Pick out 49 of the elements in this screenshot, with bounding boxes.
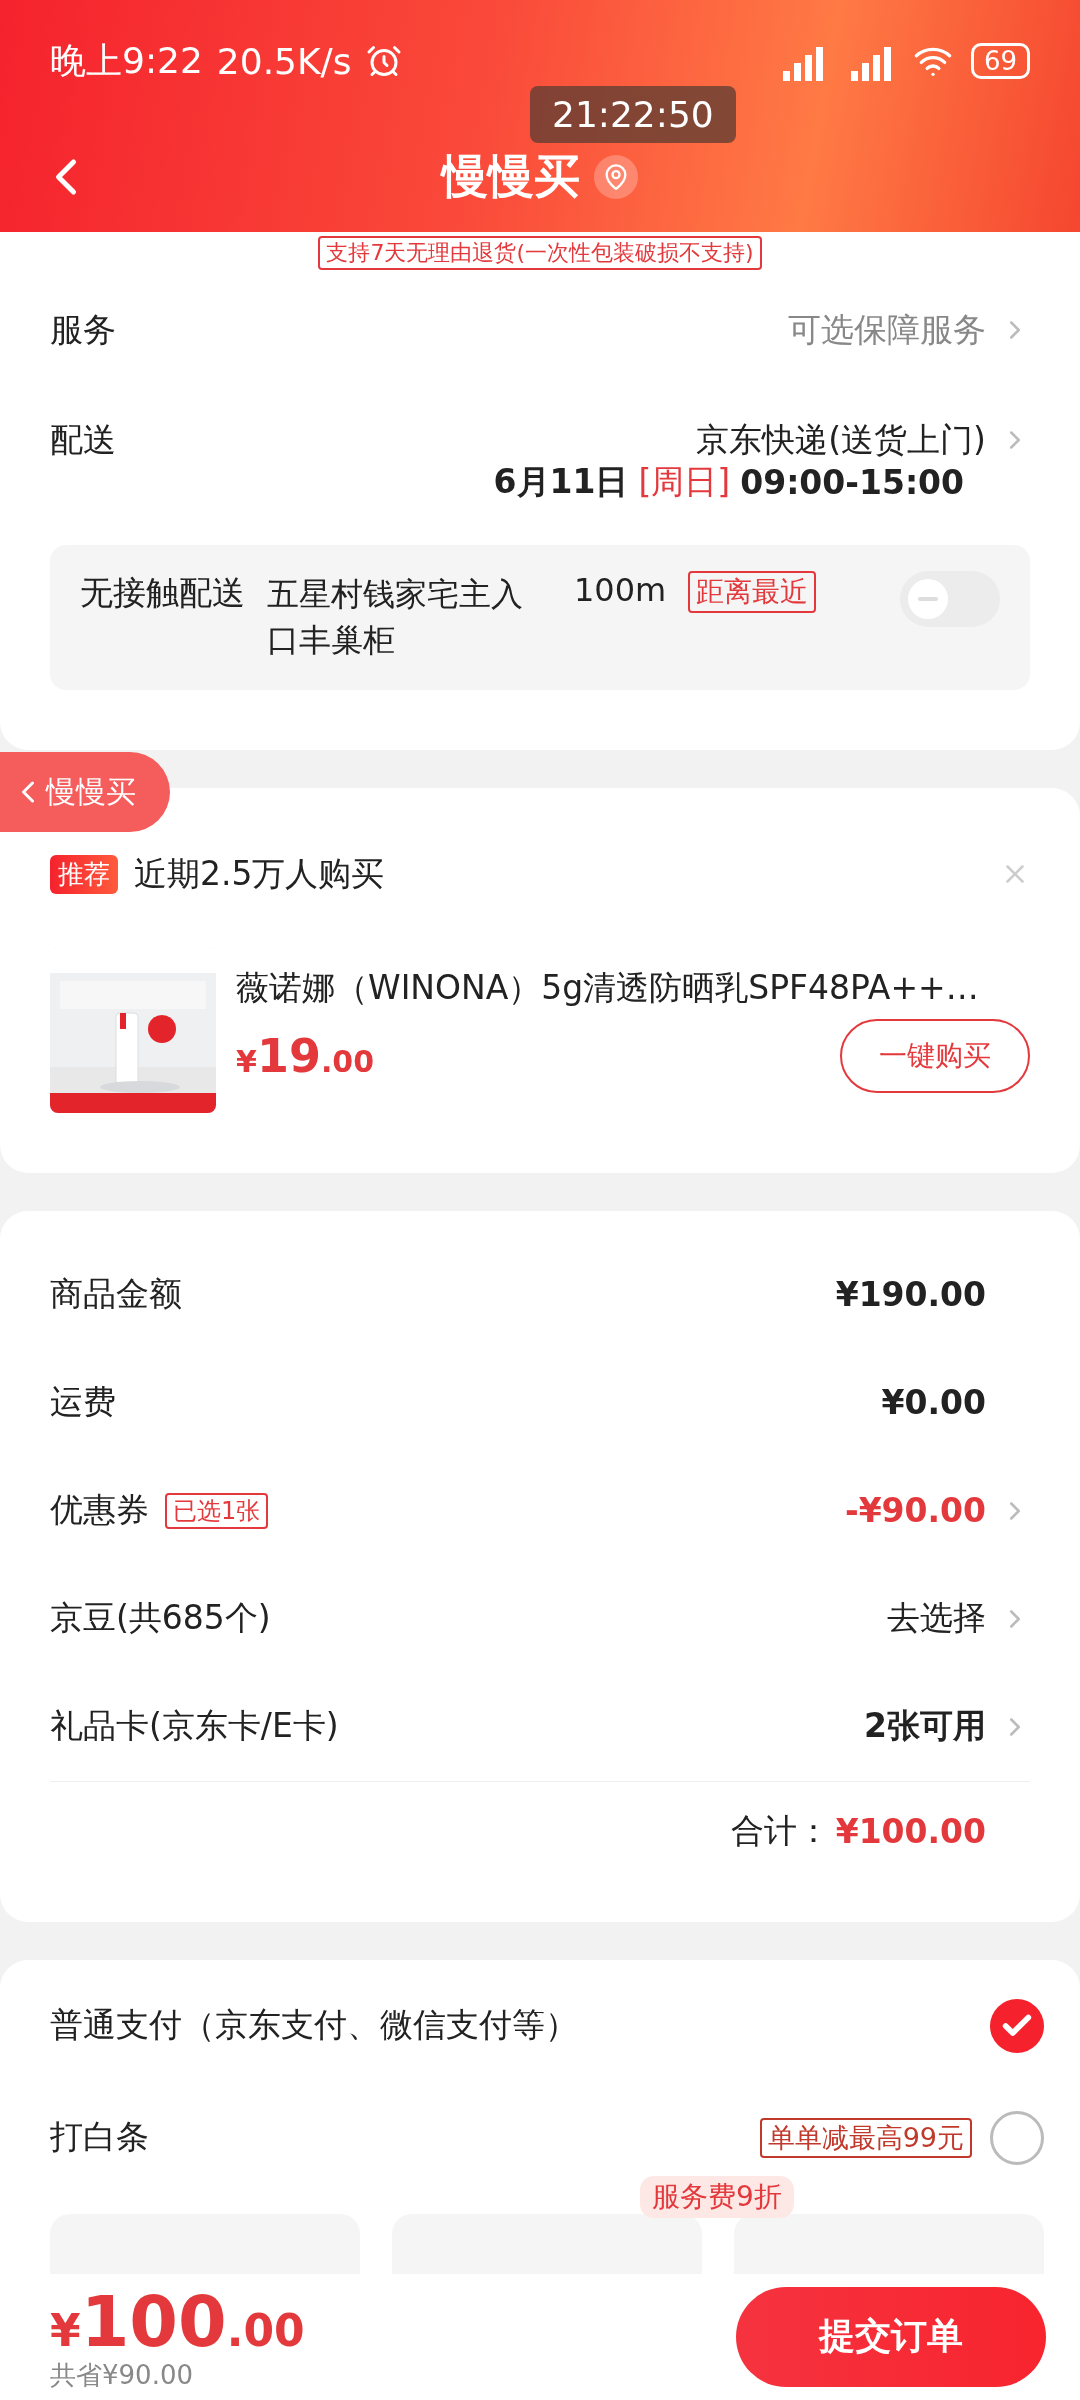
payment-radio[interactable] xyxy=(990,2110,1044,2165)
service-value[interactable]: 可选保障服务 xyxy=(788,307,986,353)
summary-label: 优惠券 xyxy=(50,1489,149,1532)
network-speed: 20.5K/s xyxy=(216,40,352,82)
recommend-badge: 推荐 xyxy=(50,854,118,894)
summary-label: 商品金额 xyxy=(50,1273,182,1316)
pickup-location: 五星村钱家宅主入口丰巢柜 xyxy=(267,574,524,662)
payment-option[interactable]: 普通支付（京东支付、微信支付等） xyxy=(50,2003,578,2049)
summary-label: 运费 xyxy=(50,1381,116,1424)
summary-value: ¥0.00 xyxy=(881,1383,986,1423)
service-label: 服务 xyxy=(50,308,116,351)
nearest-tag: 距离最近 xyxy=(688,571,817,613)
total-label: 合计： xyxy=(730,1810,830,1853)
product-name[interactable]: 薇诺娜（WINONA）5g清透防晒乳SPF48PA++… xyxy=(236,966,1030,1012)
summary-label: 京豆(共685个) xyxy=(50,1597,271,1640)
installment-option[interactable] xyxy=(392,2213,702,2274)
buy-now-button[interactable]: 一键购买 xyxy=(840,1019,1030,1094)
distance: 100m xyxy=(574,571,667,609)
total-value: ¥100.00 xyxy=(835,1812,986,1852)
saved-amount: 共省¥90.00 xyxy=(50,2361,194,2390)
time-overlay: 21:22:50 xyxy=(530,86,736,143)
location-icon[interactable] xyxy=(594,155,638,199)
contactless-label: 无接触配送 xyxy=(80,572,245,614)
delivery-weekday: [周日] xyxy=(638,461,731,503)
battery-indicator: 69 xyxy=(970,43,1030,79)
product-price: ¥19.00 xyxy=(236,1029,375,1084)
alarm-icon xyxy=(365,43,402,79)
summary-value: ¥190.00 xyxy=(835,1275,986,1315)
delivery-value[interactable]: 京东快递(送货上门) xyxy=(696,417,986,463)
delivery-date: 6月11日 xyxy=(493,461,629,503)
submit-order-button[interactable]: 提交订单 xyxy=(736,2286,1046,2387)
delivery-time: 09:00-15:00 xyxy=(740,463,964,502)
recommend-title: 近期2.5万人购买 xyxy=(134,852,385,895)
minus-icon xyxy=(918,597,938,601)
installment-option[interactable] xyxy=(734,2213,1044,2274)
summary-label: 礼品卡(京东卡/E卡) xyxy=(50,1705,339,1748)
payment-option[interactable]: 打白条 xyxy=(50,2115,149,2161)
summary-value[interactable]: -¥90.00 xyxy=(844,1491,986,1531)
summary-value[interactable]: 去选择 xyxy=(887,1596,986,1642)
payment-radio[interactable] xyxy=(990,1998,1044,2053)
delivery-label: 配送 xyxy=(50,418,116,461)
fee-discount-tag: 服务费9折 xyxy=(640,2175,794,2218)
summary-value[interactable]: 2张可用 xyxy=(864,1704,986,1750)
total-price: ¥100.00 xyxy=(50,2284,305,2362)
page-title: 慢慢买 xyxy=(442,148,580,205)
status-time: 晚上9:22 xyxy=(50,38,203,83)
coupon-tag: 已选1张 xyxy=(165,1492,269,1529)
promo-tag: 单单减最高99元 xyxy=(759,2117,972,2158)
return-policy-tag: 支持7天无理由退货(一次性包装破损不支持) xyxy=(318,236,762,270)
